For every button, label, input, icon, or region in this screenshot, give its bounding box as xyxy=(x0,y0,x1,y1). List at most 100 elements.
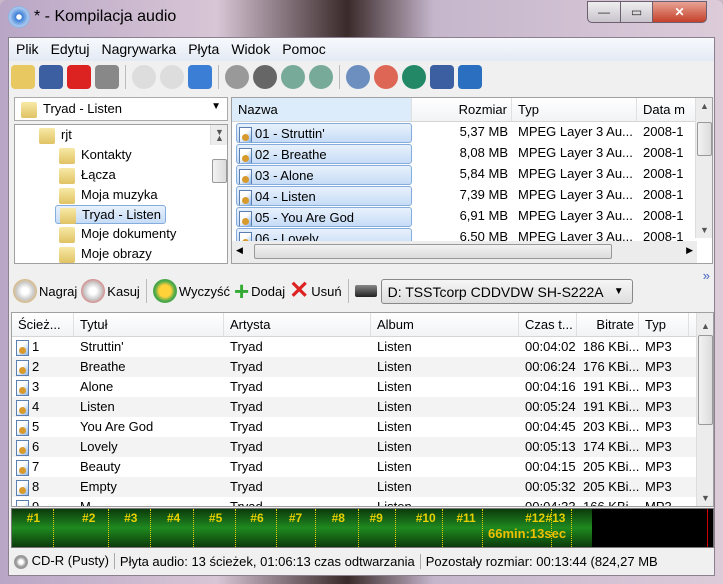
track-cell-text: Tryad xyxy=(230,399,263,414)
add-label: Dodaj xyxy=(251,283,286,299)
tree-scrollbar[interactable]: ▲ ▼ xyxy=(210,125,227,183)
help-icon[interactable] xyxy=(430,65,454,89)
track-cell: Beauty xyxy=(74,457,224,477)
tree-item[interactable]: rjt xyxy=(15,125,227,145)
track-column-header[interactable]: Ścież... xyxy=(12,313,74,336)
file-cell-text: 5,84 MB xyxy=(459,166,508,181)
track-column-header[interactable]: Bitrate xyxy=(577,313,639,336)
disc-download-icon[interactable] xyxy=(281,65,305,89)
menu-3[interactable]: Płyta xyxy=(181,38,224,57)
menu-5[interactable]: Pomoc xyxy=(275,38,331,57)
tree-item[interactable]: Tryad - Listen xyxy=(55,205,166,224)
file-column-header[interactable]: Rozmiar xyxy=(412,98,512,121)
track-cell-text: 00:05:24 xyxy=(525,399,576,414)
erase-button[interactable]: Kasuj xyxy=(81,279,140,303)
track-row[interactable]: 5 You Are God Tryad Listen 00:04:45 203 KBi..… xyxy=(12,417,713,437)
track-cell-text: Listen xyxy=(377,439,412,454)
folder-icon xyxy=(59,246,75,263)
track-row[interactable]: 1 Struttin' Tryad Listen 00:04:02 186 KBi... M… xyxy=(12,337,713,357)
disc-info-icon[interactable] xyxy=(225,65,249,89)
folder-combo[interactable]: Tryad - Listen ▼ xyxy=(14,97,228,121)
menu-2[interactable]: Nagrywarka xyxy=(94,38,181,57)
track-cell-text: 205 KBi... xyxy=(583,459,639,474)
burn-disc-icon xyxy=(13,279,37,303)
tree-item[interactable]: Moja muzyka xyxy=(15,185,227,205)
save-icon[interactable] xyxy=(39,65,63,89)
maximize-button[interactable]: ▭ xyxy=(620,1,653,23)
menu-4[interactable]: Widok xyxy=(224,38,275,57)
file-row[interactable]: 01 - Struttin' 5,37 MB MPEG Layer 3 Au... 2… xyxy=(232,122,712,143)
file-column-header[interactable]: Data m xyxy=(637,98,697,121)
file-cell: MPEG Layer 3 Au... xyxy=(512,164,637,185)
track-column-header[interactable]: Artysta xyxy=(224,313,371,336)
print-icon[interactable] xyxy=(95,65,119,89)
track-marker: #12 xyxy=(525,511,546,525)
drive-info-icon[interactable] xyxy=(253,65,277,89)
menu-0[interactable]: Plik xyxy=(9,38,44,57)
file-horizontal-scrollbar[interactable]: ◀ ▶ xyxy=(232,241,697,263)
drive-select[interactable]: D: TSSTcorp CDDVDW SH-S222A ▼ xyxy=(380,278,633,304)
track-row[interactable]: 3 Alone Tryad Listen 00:04:16 191 KBi... MP3 xyxy=(12,377,713,397)
info-icon[interactable] xyxy=(458,65,482,89)
delete-icon[interactable] xyxy=(67,65,91,89)
settings-gear-icon[interactable] xyxy=(346,65,370,89)
status-disc: CD-R (Pusty) xyxy=(9,553,115,569)
close-button[interactable]: ✕ xyxy=(652,1,707,23)
file-row[interactable]: 05 - You Are God 6,91 MB MPEG Layer 3 Au..… xyxy=(232,206,712,227)
track-column-header[interactable]: Czas t... xyxy=(519,313,577,336)
track-column-header[interactable]: Album xyxy=(371,313,519,336)
file-vertical-scrollbar[interactable]: ▲ ▼ xyxy=(695,98,712,238)
audio-file-icon xyxy=(16,419,29,436)
track-column-header[interactable]: Tytuł xyxy=(74,313,224,336)
minimize-compilation-icon[interactable] xyxy=(188,65,212,89)
tree-item[interactable]: Kontakty xyxy=(15,145,227,165)
track-cell-text: Breathe xyxy=(80,359,126,374)
clear-button[interactable]: Wyczyść xyxy=(152,279,230,303)
track-divider xyxy=(108,509,110,547)
track-row[interactable]: 9 M Tryad Listen 00:04:33 166 KBi... MP3 xyxy=(12,497,713,507)
update-icon[interactable] xyxy=(374,65,398,89)
new-compilation-icon[interactable] xyxy=(11,65,35,89)
web-icon[interactable] xyxy=(402,65,426,89)
track-row[interactable]: 2 Breathe Tryad Listen 00:06:24 176 KBi... MP3 xyxy=(12,357,713,377)
track-row[interactable]: 8 Empty Tryad Listen 00:05:32 205 KBi... MP3 xyxy=(12,477,713,497)
file-column-header[interactable]: Typ xyxy=(512,98,637,121)
disc-upload-icon[interactable] xyxy=(309,65,333,89)
folder-icon xyxy=(59,167,75,184)
window-title: * - Kompilacja audio xyxy=(34,8,177,25)
tree-item-label: Kontakty xyxy=(81,147,132,162)
track-scrollbar[interactable]: ▲ ▼ xyxy=(696,313,713,506)
toolbar-overflow-button[interactable]: » xyxy=(703,268,710,283)
track-cell-text: 4 xyxy=(32,399,40,414)
file-row[interactable]: 04 - Listen 7,39 MB MPEG Layer 3 Au... 2008… xyxy=(232,185,712,206)
track-row[interactable]: 4 Listen Tryad Listen 00:05:24 191 KBi... MP3 xyxy=(12,397,713,417)
track-cell-text: 166 KBi... xyxy=(583,499,639,507)
track-cell: Breathe xyxy=(74,357,224,377)
tree-item[interactable]: Łącza xyxy=(15,165,227,185)
tree-item[interactable]: Moje obrazy xyxy=(15,244,227,263)
track-column-header[interactable]: Typ xyxy=(639,313,689,336)
track-row[interactable]: 7 Beauty Tryad Listen 00:04:15 205 KBi... MP3 xyxy=(12,457,713,477)
burn-disc-icon[interactable] xyxy=(160,65,184,89)
minimize-button[interactable]: — xyxy=(587,1,621,23)
track-cell: 166 KBi... xyxy=(577,497,639,507)
track-row[interactable]: 6 Lovely Tryad Listen 00:05:13 174 KBi... MP3 xyxy=(12,437,713,457)
tree-item[interactable]: Moje dokumenty xyxy=(15,224,227,244)
file-cell-text: 8,08 MB xyxy=(459,145,508,160)
file-cell-text: 2008-1 xyxy=(643,145,684,160)
track-cell-text: 191 KBi... xyxy=(583,399,639,414)
add-button[interactable]: + Dodaj xyxy=(234,278,286,304)
erase-disc-icon[interactable] xyxy=(132,65,156,89)
track-cell-text: 2 xyxy=(32,359,40,374)
file-row[interactable]: 02 - Breathe 8,08 MB MPEG Layer 3 Au... 200… xyxy=(232,143,712,164)
track-divider xyxy=(395,509,397,547)
file-cell: 03 - Alone xyxy=(236,165,412,185)
menu-1[interactable]: Edytuj xyxy=(44,38,95,57)
chevron-down-icon[interactable]: ▼ xyxy=(211,101,221,112)
burn-button[interactable]: Nagraj xyxy=(13,279,77,303)
file-row[interactable]: 03 - Alone 5,84 MB MPEG Layer 3 Au... 2008-… xyxy=(232,164,712,185)
audio-file-icon xyxy=(239,147,252,163)
file-column-header[interactable]: Nazwa xyxy=(232,98,412,121)
remove-button[interactable]: ✕ Usuń xyxy=(289,279,341,303)
file-cell: 7,39 MB xyxy=(412,185,512,206)
